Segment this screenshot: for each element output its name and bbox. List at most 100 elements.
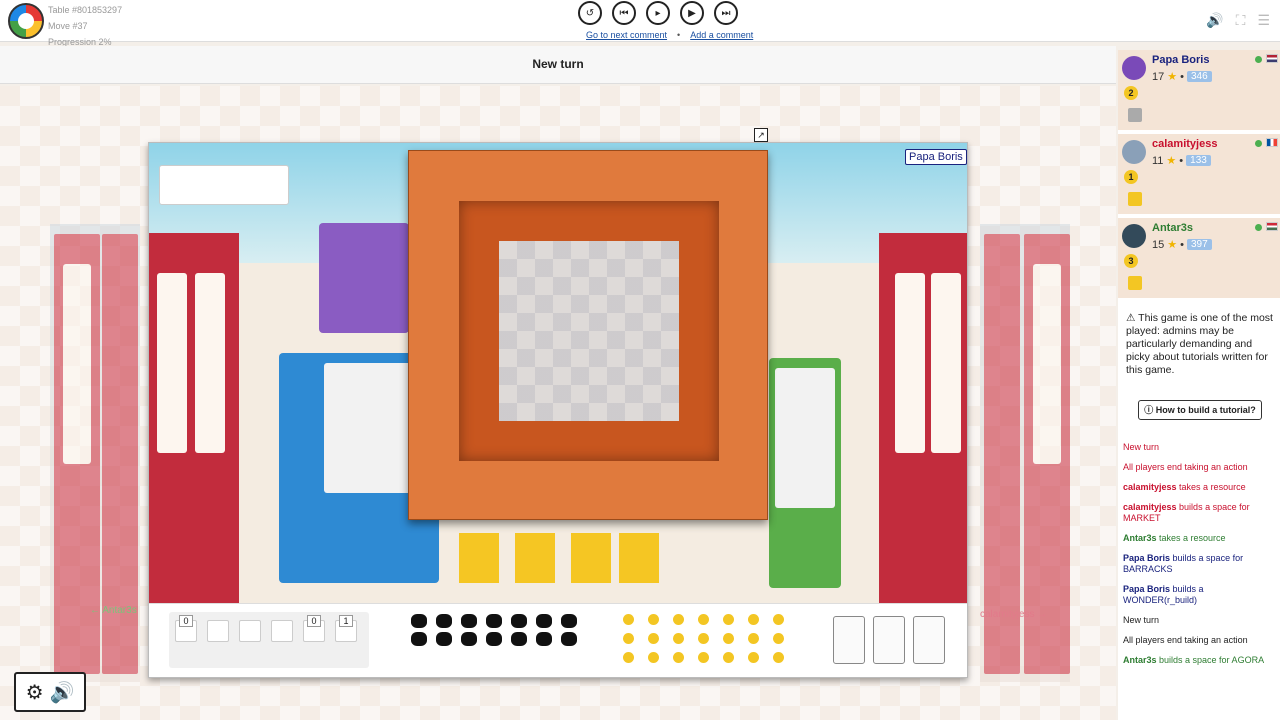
log-entry: Antar3s takes a resource (1123, 533, 1226, 543)
player-card-papa-boris[interactable]: Papa Boris 17 ★ • 346 2 (1118, 50, 1280, 132)
figure-icon (1128, 192, 1142, 206)
tutorial-button[interactable]: ⓘ How to build a tutorial? (1138, 400, 1262, 420)
turn-tokens (159, 165, 289, 205)
ink-token (536, 632, 552, 646)
collapse-icon[interactable]: ↗ (754, 128, 768, 142)
online-icon (1255, 140, 1262, 147)
menu-icon[interactable]: ☰ (1257, 12, 1270, 29)
ink-token (436, 614, 452, 628)
ink-tokens (411, 612, 591, 668)
coin-token (648, 652, 659, 663)
figure-icon (1128, 276, 1142, 290)
flag-icon (1266, 54, 1278, 63)
elo-badge: 346 (1186, 71, 1212, 82)
bga-logo-icon[interactable] (8, 3, 44, 39)
notice: ⚠ This game is one of the most played: a… (1126, 312, 1276, 377)
first-move-icon[interactable]: ⏮ (612, 1, 636, 25)
left-player-name[interactable]: ← Antar3s (90, 605, 137, 616)
add-comment-link[interactable]: Add a comment (690, 30, 753, 40)
player-card-antar3s[interactable]: Antar3s 15 ★ • 397 3 (1118, 218, 1280, 300)
fullscreen-icon[interactable]: ⛶ (1236, 12, 1246, 29)
avatar[interactable] (1122, 56, 1146, 80)
right-wall-tower[interactable] (879, 233, 967, 603)
table-number: Table #801853297 (48, 5, 123, 15)
move-number: Move #37 (48, 21, 88, 31)
hourglass-icon (833, 616, 865, 664)
avatar[interactable] (1122, 140, 1146, 164)
elo-badge: 397 (1186, 239, 1212, 250)
log-entry: All players end taking an action (1123, 635, 1248, 645)
hourglass-icon (913, 616, 945, 664)
player-stats: 11 ★ • 133 (1152, 154, 1211, 167)
undo-icon[interactable]: ↺ (578, 1, 602, 25)
coin-token (748, 652, 759, 663)
log-entry: New turn (1123, 442, 1160, 452)
ink-token (511, 614, 527, 628)
market-stalls[interactable] (459, 523, 659, 593)
log-entry: New turn (1123, 615, 1160, 625)
top-bar: Table #801853297 Move #37 Progression 2%… (0, 0, 1280, 47)
ink-token (411, 614, 427, 628)
ink-token (561, 614, 577, 628)
right-panel: Papa Boris 17 ★ • 346 2 calamityjess 11 … (1118, 50, 1280, 720)
ink-token (561, 632, 577, 646)
player-name[interactable]: Papa Boris (1152, 54, 1209, 66)
purple-building[interactable] (319, 223, 409, 333)
replay-controls: ↺ ⏮ ▸ ▶ ⏭ (578, 1, 738, 25)
green-building[interactable] (769, 358, 841, 588)
ink-token (461, 614, 477, 628)
warning-icon: ⚠ (1126, 312, 1136, 324)
roof-tile-overlay[interactable] (408, 150, 768, 520)
last-move-icon[interactable]: ⏭ (714, 1, 738, 25)
log-entry: calamityjess takes a resource (1123, 482, 1246, 492)
coin-token (673, 614, 684, 625)
coin-token (748, 614, 759, 625)
game-log: New turn All players end taking an action… (1123, 442, 1278, 675)
log-entry: Antar3s builds a space for AGORA (1123, 655, 1265, 665)
coin-token (698, 614, 709, 625)
coin-token (623, 614, 634, 625)
right-player-name[interactable]: calamityjess → (980, 609, 1047, 620)
next-comment-link[interactable]: Go to next comment (586, 30, 667, 40)
player-token: 2 (1124, 86, 1138, 100)
star-icon: ★ (1166, 155, 1177, 167)
gear-icon[interactable]: ⚙ (26, 680, 44, 705)
ink-token (436, 632, 452, 646)
resource-panel: 0 0 1 (149, 603, 967, 677)
info-icon: ⓘ (1144, 405, 1154, 415)
coin-token (673, 652, 684, 663)
avatar[interactable] (1122, 224, 1146, 248)
sound-icon[interactable]: 🔊 (1206, 12, 1223, 29)
speaker-icon[interactable]: 🔊 (50, 680, 75, 705)
log-entry: Papa Boris builds a WONDER(r_build) (1123, 584, 1204, 605)
player-token: 3 (1124, 254, 1138, 268)
play-icon[interactable]: ▶ (680, 1, 704, 25)
roof-tile-center (499, 241, 679, 421)
player-name[interactable]: calamityjess (1152, 138, 1217, 150)
step-forward-icon[interactable]: ▸ (646, 1, 670, 25)
player-name[interactable]: Antar3s (1152, 222, 1193, 234)
player-stats: 15 ★ • 397 (1152, 238, 1212, 251)
player-token: 1 (1124, 170, 1138, 184)
player-card-calamityjess[interactable]: calamityjess 11 ★ • 133 1 (1118, 134, 1280, 216)
ink-token (486, 632, 502, 646)
coin-token (648, 633, 659, 644)
table-info: Table #801853297 Move #37 Progression 2% (48, 2, 122, 50)
star-icon: ★ (1167, 71, 1178, 83)
resource-slots: 0 0 1 (169, 612, 369, 668)
coin-token (723, 652, 734, 663)
green-building-grid (775, 368, 835, 508)
ink-token (536, 614, 552, 628)
coin-token (673, 633, 684, 644)
coin-token (698, 633, 709, 644)
log-entry: All players end taking an action (1123, 462, 1248, 472)
status-bar: New turn (0, 46, 1116, 84)
settings-box: ⚙ 🔊 (14, 672, 86, 712)
coin-token (648, 614, 659, 625)
coin-token (773, 633, 784, 644)
comment-links: Go to next comment • Add a comment (586, 30, 753, 40)
coin-token (623, 633, 634, 644)
figure-icon (1128, 108, 1142, 122)
ink-token (411, 632, 427, 646)
left-wall-tower[interactable] (149, 233, 239, 603)
